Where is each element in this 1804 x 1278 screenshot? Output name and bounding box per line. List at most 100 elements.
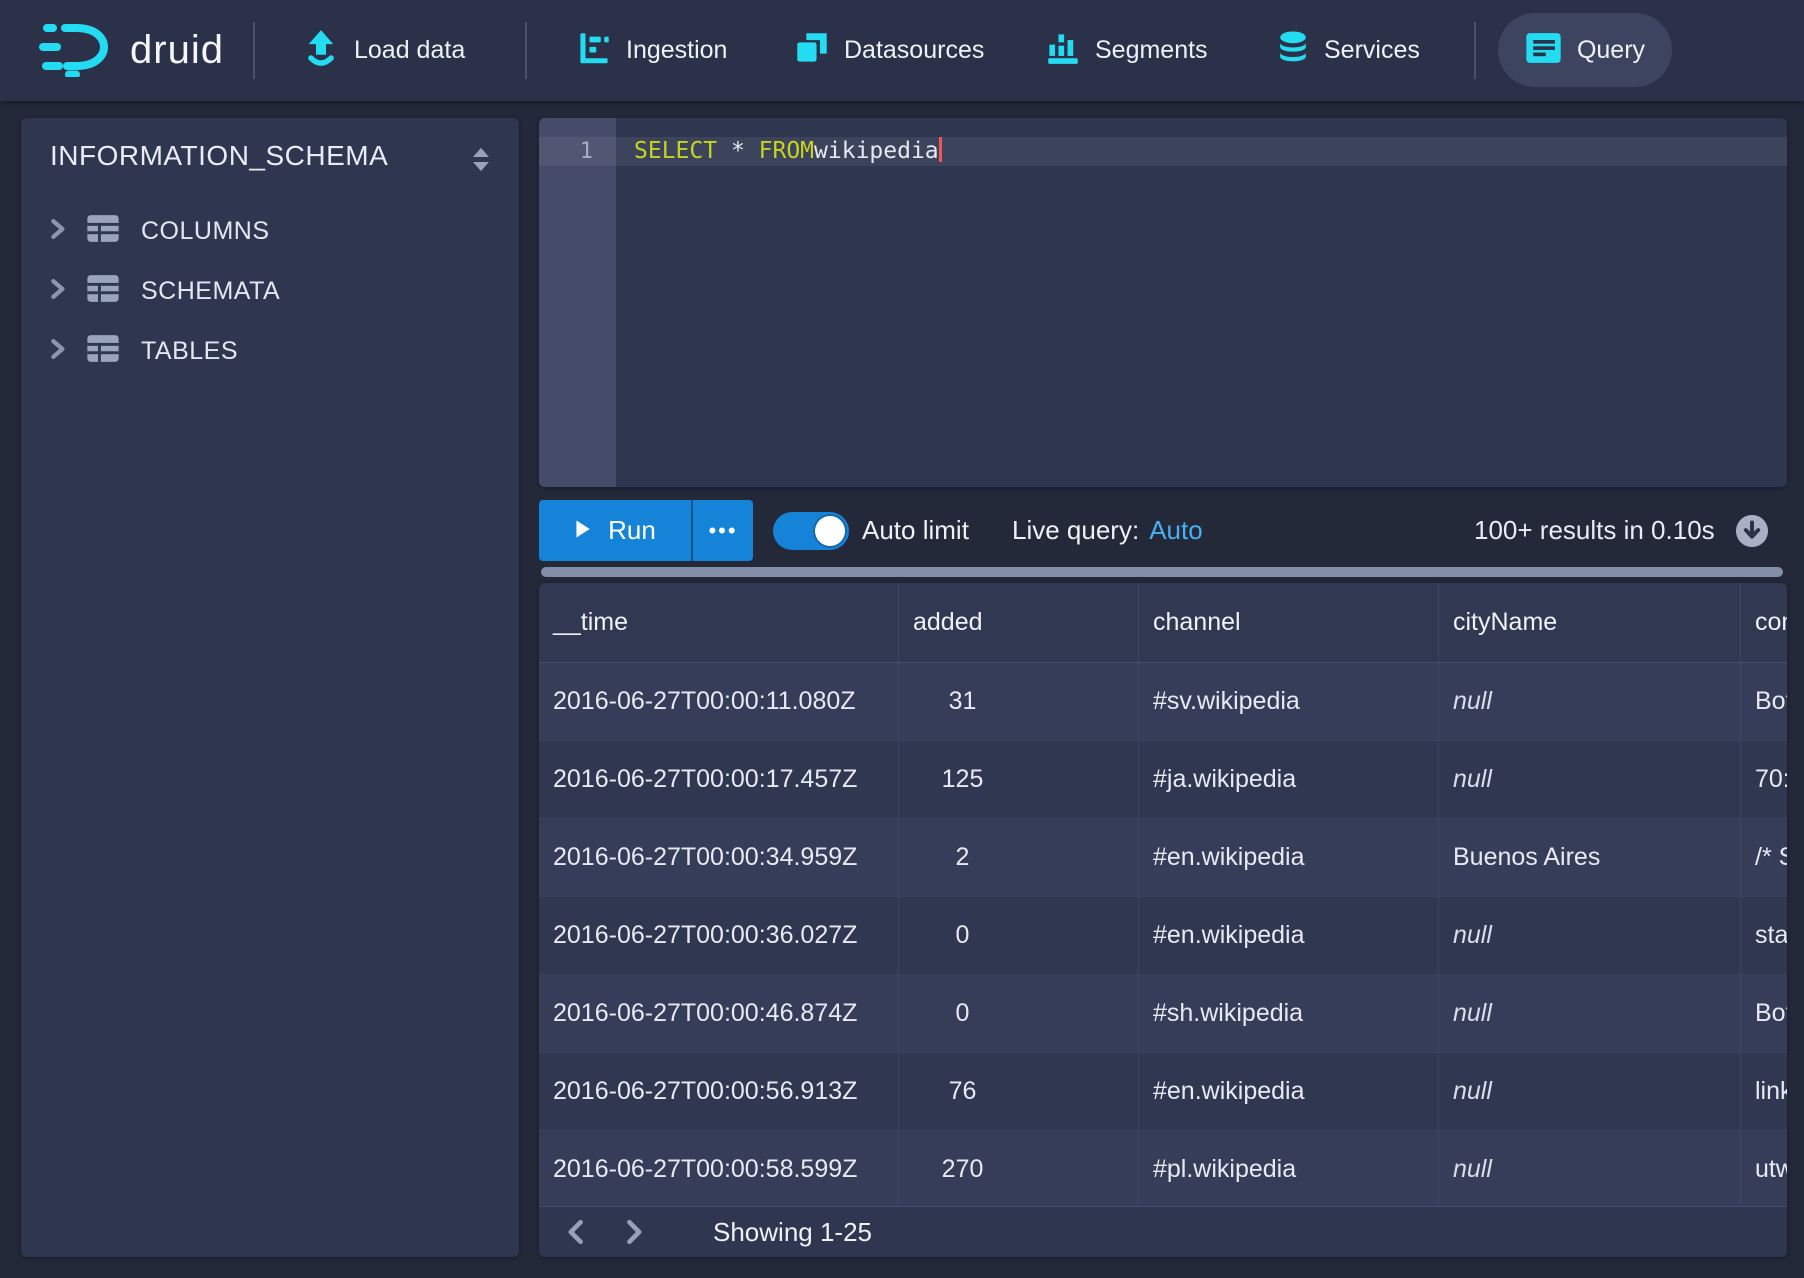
cell-comment[interactable]: sta <box>1740 897 1787 974</box>
column-header-comment[interactable]: comment <box>1740 583 1787 662</box>
live-query-label: Live query: <box>1012 515 1139 546</box>
live-query-value[interactable]: Auto <box>1149 515 1203 546</box>
cell-channel[interactable]: #en.wikipedia <box>1138 1053 1438 1130</box>
cell-cityname[interactable]: null <box>1438 897 1740 974</box>
nav-divider <box>525 22 527 79</box>
nav-item-label: Ingestion <box>626 36 727 65</box>
nav-item-label: Datasources <box>844 36 984 65</box>
column-header-time[interactable]: __time <box>539 583 898 662</box>
druid-logo-icon <box>38 19 120 82</box>
services-icon <box>1277 29 1309 72</box>
run-button-label: Run <box>608 515 656 546</box>
sidebar-item-columns[interactable]: COLUMNS <box>21 204 519 258</box>
query-icon <box>1525 32 1562 69</box>
sidebar-item-tables[interactable]: TABLES <box>21 324 519 378</box>
cell-time[interactable]: 2016-06-27T00:00:58.599Z <box>539 1131 898 1208</box>
chevron-right-icon[interactable] <box>45 277 69 306</box>
segments-icon <box>1046 31 1080 70</box>
nav-item-ingestion[interactable]: Ingestion <box>577 0 727 101</box>
sql-identifier: wikipedia <box>814 138 939 164</box>
sidebar-item-label: COLUMNS <box>141 217 270 246</box>
cell-added[interactable]: 76 <box>898 1053 1138 1130</box>
cell-added[interactable]: 0 <box>898 975 1138 1052</box>
play-icon <box>574 515 591 546</box>
cell-channel[interactable]: #pl.wikipedia <box>1138 1131 1438 1208</box>
run-more-options-button[interactable]: ••• <box>691 500 753 561</box>
nav-item-label: Query <box>1577 36 1645 65</box>
cell-added[interactable]: 2 <box>898 819 1138 896</box>
horizontal-scrollbar[interactable] <box>541 567 1783 577</box>
nav-divider <box>253 22 255 79</box>
cell-cityname[interactable]: null <box>1438 663 1740 740</box>
table-icon <box>86 274 120 308</box>
column-header-added[interactable]: added <box>898 583 1138 662</box>
cell-comment[interactable]: Bot <box>1740 663 1787 740</box>
cell-time[interactable]: 2016-06-27T00:00:56.913Z <box>539 1053 898 1130</box>
sql-editor[interactable]: 1 SELECT * FROMwikipedia <box>539 118 1787 487</box>
cell-channel[interactable]: #ja.wikipedia <box>1138 741 1438 818</box>
chevron-right-icon[interactable] <box>45 337 69 366</box>
auto-limit-label[interactable]: Auto limit <box>862 500 969 561</box>
toggle-knob <box>815 516 845 546</box>
cell-added[interactable]: 0 <box>898 897 1138 974</box>
line-number: 1 <box>539 137 616 166</box>
cell-comment[interactable]: link <box>1740 1053 1787 1130</box>
double-caret-vertical-icon[interactable] <box>470 146 492 178</box>
druid-console: druid Load data <box>0 0 1804 1278</box>
download-results-icon[interactable] <box>1735 514 1769 548</box>
chevron-right-icon[interactable] <box>45 217 69 246</box>
column-header-cityname[interactable]: cityName <box>1438 583 1740 662</box>
cell-time[interactable]: 2016-06-27T00:00:46.874Z <box>539 975 898 1052</box>
table-icon <box>86 334 120 368</box>
cell-channel[interactable]: #sv.wikipedia <box>1138 663 1438 740</box>
nav-item-services[interactable]: Services <box>1277 0 1420 101</box>
cell-channel[interactable]: #en.wikipedia <box>1138 819 1438 896</box>
cell-cityname[interactable]: null <box>1438 1131 1740 1208</box>
ingestion-icon <box>577 31 611 70</box>
nav-item-label: Load data <box>354 36 465 65</box>
cell-cityname[interactable]: null <box>1438 975 1740 1052</box>
results-summary: 100+ results in 0.10s <box>1474 500 1715 561</box>
nav-item-datasources[interactable]: Datasources <box>795 0 984 101</box>
column-header-channel[interactable]: channel <box>1138 583 1438 662</box>
sql-keyword: FROM <box>759 138 814 164</box>
cell-time[interactable]: 2016-06-27T00:00:34.959Z <box>539 819 898 896</box>
cell-cityname[interactable]: null <box>1438 741 1740 818</box>
cell-time[interactable]: 2016-06-27T00:00:36.027Z <box>539 897 898 974</box>
cell-added[interactable]: 31 <box>898 663 1138 740</box>
brand-wordmark: druid <box>130 28 224 73</box>
nav-item-query-active[interactable]: Query <box>1498 13 1672 87</box>
cell-channel[interactable]: #sh.wikipedia <box>1138 975 1438 1052</box>
schema-sidebar: INFORMATION_SCHEMA COLUMNS <box>21 118 519 1257</box>
cell-time[interactable]: 2016-06-27T00:00:17.457Z <box>539 741 898 818</box>
sql-query-text[interactable]: SELECT * FROMwikipedia <box>634 137 942 166</box>
next-page-icon[interactable] <box>619 1215 649 1249</box>
cell-added[interactable]: 125 <box>898 741 1138 818</box>
cell-channel[interactable]: #en.wikipedia <box>1138 897 1438 974</box>
cell-added[interactable]: 270 <box>898 1131 1138 1208</box>
cell-comment[interactable]: /* S <box>1740 819 1787 896</box>
table-row: 2016-06-27T00:00:11.080Z 31 #sv.wikipedi… <box>539 663 1787 741</box>
previous-page-icon[interactable] <box>561 1215 591 1249</box>
sql-operator: * <box>717 138 759 164</box>
sql-keyword: SELECT <box>634 138 717 164</box>
druid-brand[interactable]: druid <box>38 0 224 101</box>
nav-item-segments[interactable]: Segments <box>1046 0 1208 101</box>
datasources-icon <box>795 31 829 70</box>
results-header-row: __time added channel cityName comment <box>539 583 1787 663</box>
auto-limit-toggle[interactable] <box>773 512 849 550</box>
run-button[interactable]: Run <box>539 500 691 561</box>
cell-comment[interactable]: Bot <box>1740 975 1787 1052</box>
sidebar-item-label: TABLES <box>141 337 238 366</box>
table-row: 2016-06-27T00:00:46.874Z 0 #sh.wikipedia… <box>539 975 1787 1053</box>
cell-comment[interactable]: 70: <box>1740 741 1787 818</box>
cell-cityname[interactable]: null <box>1438 1053 1740 1130</box>
sidebar-item-schemata[interactable]: SCHEMATA <box>21 264 519 318</box>
cell-time[interactable]: 2016-06-27T00:00:11.080Z <box>539 663 898 740</box>
live-query-control: Live query: Auto <box>1012 500 1203 561</box>
cell-comment[interactable]: utw <box>1740 1131 1787 1208</box>
nav-item-load-data[interactable]: Load data <box>303 0 465 101</box>
cell-cityname[interactable]: Buenos Aires <box>1438 819 1740 896</box>
nav-item-label: Segments <box>1095 36 1208 65</box>
nav-item-label: Services <box>1324 36 1420 65</box>
